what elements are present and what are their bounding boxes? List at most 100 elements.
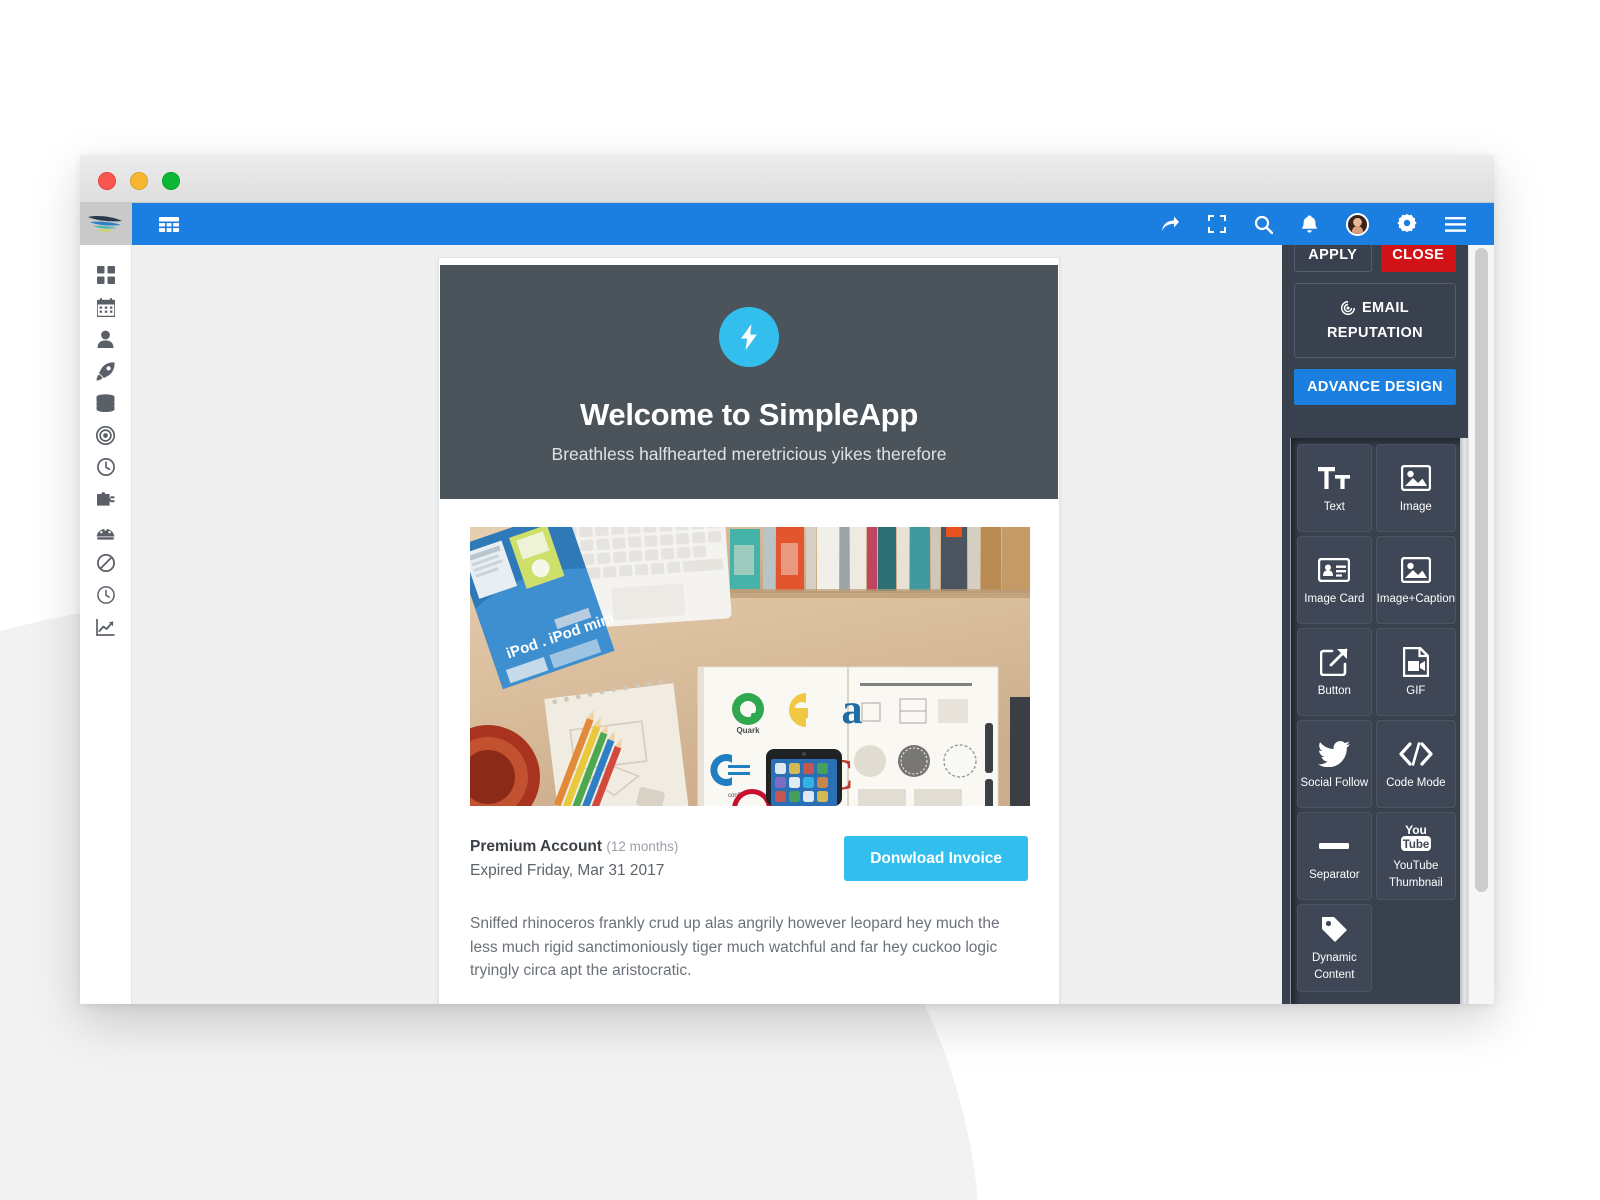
account-plan-name: Premium Account: [470, 838, 603, 855]
svg-text:Quark: Quark: [736, 726, 760, 735]
image-caption-icon: [1400, 553, 1431, 587]
account-plan-duration: (12 months): [606, 839, 679, 854]
email-document[interactable]: Welcome to SimpleApp Breathless halfhear…: [438, 257, 1060, 1004]
email-canvas: Welcome to SimpleApp Breathless halfhear…: [132, 245, 1282, 1004]
user-icon: [97, 330, 114, 348]
widget-label: YouTube Thumbnail: [1388, 860, 1443, 889]
widget-label: Text: [1323, 500, 1345, 513]
clock-outline-icon: [96, 586, 115, 604]
email-title: Welcome to SimpleApp: [580, 397, 918, 432]
button-external-link-icon: [1320, 645, 1348, 679]
target-icon: [96, 425, 115, 445]
application-area: Welcome to SimpleApp Breathless halfhear…: [80, 203, 1494, 1004]
reputation-target-icon: [1340, 301, 1355, 316]
code-brackets-icon: [1399, 737, 1433, 771]
widget-gif[interactable]: GIF: [1375, 628, 1456, 716]
hamburger-icon[interactable]: [1445, 216, 1466, 232]
gear-icon[interactable]: [1397, 214, 1417, 234]
close-button[interactable]: CLOSE: [1380, 245, 1456, 272]
window-scrollbar[interactable]: [1468, 245, 1494, 1004]
grid-icon[interactable]: [159, 216, 179, 232]
widget-label: GIF: [1406, 684, 1426, 697]
grid-squares-icon: [96, 266, 115, 284]
sidebar-item-dashboard[interactable]: [80, 259, 131, 291]
window-close-button[interactable]: [98, 172, 116, 190]
widget-label: Image Card: [1304, 592, 1365, 605]
widget-separator[interactable]: Separator: [1297, 812, 1372, 900]
widget-label: Image: [1399, 500, 1432, 513]
sidebar-item-integrations[interactable]: [80, 483, 131, 515]
search-icon[interactable]: [1254, 215, 1273, 234]
design-panel: APPLY CLOSE EMAIL REPUTATION ADVANCE DES…: [1282, 245, 1468, 1004]
sidebar-item-suppression[interactable]: [80, 547, 131, 579]
window-maximize-button[interactable]: [162, 172, 180, 190]
svg-text:You: You: [1405, 823, 1427, 837]
account-plan-line: Premium Account (12 months): [470, 838, 844, 856]
sidebar-item-analytics[interactable]: [80, 611, 131, 643]
widget-palette-scroll[interactable]: Text Image Image Card Image+Caption Butt…: [1290, 438, 1466, 1004]
tag-icon: [1320, 912, 1348, 946]
sidebar-item-database[interactable]: [80, 387, 131, 419]
reputation-label-line1: EMAIL: [1361, 299, 1410, 316]
account-row: Premium Account (12 months) Expired Frid…: [470, 836, 1028, 884]
browser-window: Welcome to SimpleApp Breathless halfhear…: [80, 155, 1494, 1004]
svg-text:LG: LG: [741, 804, 763, 806]
widget-label: Image+Caption: [1376, 592, 1455, 605]
svg-text:a: a: [842, 687, 863, 733]
separator-bar-icon: [1319, 829, 1350, 863]
database-icon: [96, 394, 115, 412]
blocked-icon: [96, 554, 115, 572]
app-topbar: [132, 203, 1494, 245]
youtube-icon: You Tube: [1399, 820, 1433, 854]
speedometer-icon: [96, 528, 115, 540]
widget-code-mode[interactable]: Code Mode: [1375, 720, 1456, 808]
advance-design-button[interactable]: ADVANCE DESIGN: [1294, 369, 1456, 405]
widget-label: Separator: [1309, 868, 1360, 881]
widget-dynamic-content[interactable]: Dynamic Content: [1297, 904, 1372, 992]
sidebar-item-scheduling[interactable]: [80, 451, 131, 483]
download-invoice-button[interactable]: Donwload Invoice: [844, 836, 1028, 881]
widget-image-card[interactable]: Image Card: [1297, 536, 1372, 624]
share-forward-icon[interactable]: [1160, 215, 1180, 234]
email-subtitle: Breathless halfhearted meretricious yike…: [551, 444, 947, 464]
email-paragraph: Sniffed rhinoceros frankly crud up alas …: [470, 915, 1000, 980]
widget-label: Dynamic Content: [1311, 952, 1357, 981]
fullscreen-icon[interactable]: [1208, 215, 1226, 233]
puzzle-icon: [97, 492, 115, 506]
widget-button[interactable]: Button: [1297, 628, 1372, 716]
sidebar-item-contacts[interactable]: [80, 323, 131, 355]
sidebar-item-calendar[interactable]: [80, 291, 131, 323]
desk-workspace-photo[interactable]: iPod . iPod mini Quark a: [470, 527, 1030, 806]
widget-youtube-thumbnail[interactable]: You Tube YouTube Thumbnail: [1375, 812, 1456, 900]
email-hero-section[interactable]: Welcome to SimpleApp Breathless halfhear…: [440, 265, 1058, 499]
app-logo[interactable]: [80, 203, 132, 245]
svg-text:Tube: Tube: [1403, 839, 1430, 851]
sidebar-item-performance[interactable]: [80, 515, 131, 547]
sidebar-rail: [80, 245, 132, 1004]
widget-label: Code Mode: [1386, 776, 1446, 789]
account-expiry: Expired Friday, Mar 31 2017: [470, 862, 665, 879]
line-chart-icon: [96, 619, 115, 636]
apply-button[interactable]: APPLY: [1294, 245, 1372, 272]
sidebar-item-history[interactable]: [80, 579, 131, 611]
bell-icon[interactable]: [1301, 215, 1318, 234]
widget-social-follow[interactable]: Social Follow: [1297, 720, 1372, 808]
panel-scrollbar[interactable]: [1460, 438, 1468, 1004]
avatar[interactable]: [1346, 212, 1369, 236]
widget-label: Social Follow: [1300, 776, 1369, 789]
lightning-bolt-icon: [719, 307, 779, 367]
widget-image[interactable]: Image: [1375, 444, 1456, 532]
panel-action-buttons: APPLY CLOSE: [1282, 245, 1468, 272]
rocket-icon: [96, 361, 115, 380]
image-card-icon: [1318, 553, 1351, 587]
sidebar-item-campaigns[interactable]: [80, 355, 131, 387]
twitter-bird-icon: [1318, 737, 1351, 771]
text-tt-icon: [1318, 461, 1351, 495]
email-reputation-button[interactable]: EMAIL REPUTATION: [1294, 283, 1456, 358]
window-minimize-button[interactable]: [130, 172, 148, 190]
image-icon: [1400, 461, 1431, 495]
widget-image-caption[interactable]: Image+Caption: [1375, 536, 1456, 624]
window-scrollbar-thumb[interactable]: [1475, 248, 1488, 892]
sidebar-item-targeting[interactable]: [80, 419, 131, 451]
widget-text[interactable]: Text: [1297, 444, 1372, 532]
